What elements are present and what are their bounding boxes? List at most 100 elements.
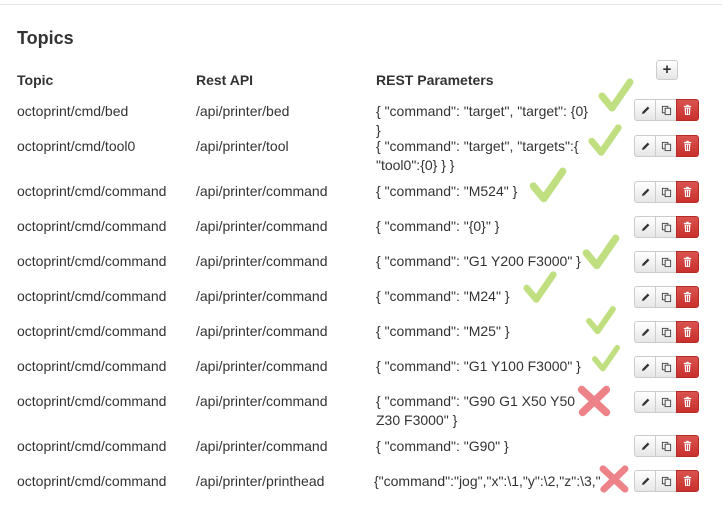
trash-icon xyxy=(682,256,693,268)
edit-button[interactable] xyxy=(634,181,656,203)
topic-cell: octoprint/cmd/command xyxy=(17,393,167,409)
delete-button[interactable] xyxy=(676,391,699,413)
trash-icon xyxy=(682,140,693,152)
pencil-icon xyxy=(640,105,651,116)
trash-icon xyxy=(682,475,693,487)
green-checkmark xyxy=(598,78,634,112)
pencil-icon xyxy=(640,141,651,152)
row-actions xyxy=(634,321,701,343)
header-rest-parameters: REST Parameters xyxy=(376,72,494,88)
add-topic-button[interactable]: + xyxy=(656,60,678,80)
topic-cell: octoprint/cmd/command xyxy=(17,358,167,374)
rest-parameters-cell: { "command": "G1 Y200 F3000" } xyxy=(376,253,581,269)
rest-parameters-cell: { "command": "M25" } xyxy=(376,323,510,339)
rest-parameters-cell: { "command": "G90" } xyxy=(376,438,509,454)
edit-button[interactable] xyxy=(634,470,656,492)
rest-api-cell: /api/printer/command xyxy=(196,393,328,409)
header-topic: Topic xyxy=(17,72,54,88)
topic-cell: octoprint/cmd/command xyxy=(17,288,167,304)
copy-button[interactable] xyxy=(655,181,677,203)
pencil-icon xyxy=(640,397,651,408)
row-actions xyxy=(634,435,701,457)
edit-button[interactable] xyxy=(634,435,656,457)
delete-button[interactable] xyxy=(676,135,699,157)
row-actions xyxy=(634,286,701,308)
delete-button[interactable] xyxy=(676,470,699,492)
row-actions xyxy=(634,216,701,238)
copy-button[interactable] xyxy=(655,435,677,457)
rest-parameters-cell: { "command": "M524" } xyxy=(376,183,518,199)
rest-parameters-cell: { "command": "M24" } xyxy=(376,288,510,304)
rest-api-cell: /api/printer/command xyxy=(196,253,328,269)
copy-button[interactable] xyxy=(655,286,677,308)
pencil-icon xyxy=(640,476,651,487)
topic-cell: octoprint/cmd/command xyxy=(17,323,167,339)
edit-button[interactable] xyxy=(634,356,656,378)
pencil-icon xyxy=(640,222,651,233)
row-actions xyxy=(634,135,701,157)
pencil-icon xyxy=(640,187,651,198)
copy-button[interactable] xyxy=(655,321,677,343)
copy-button[interactable] xyxy=(655,251,677,273)
rest-parameters-cell: { "command": "G1 Y100 F3000" } xyxy=(376,358,581,374)
rest-api-cell: /api/printer/command xyxy=(196,438,328,454)
copy-icon xyxy=(661,441,672,452)
copy-button[interactable] xyxy=(655,135,677,157)
edit-button[interactable] xyxy=(634,391,656,413)
topic-cell: octoprint/cmd/bed xyxy=(17,103,129,119)
rest-api-cell: /api/printer/command xyxy=(196,288,328,304)
pencil-icon xyxy=(640,257,651,268)
delete-button[interactable] xyxy=(676,216,699,238)
trash-icon xyxy=(682,326,693,338)
delete-button[interactable] xyxy=(676,99,699,121)
trash-icon xyxy=(682,361,693,373)
edit-button[interactable] xyxy=(634,99,656,121)
trash-icon xyxy=(682,104,693,116)
copy-icon xyxy=(661,327,672,338)
copy-button[interactable] xyxy=(655,216,677,238)
rest-api-cell: /api/printer/tool xyxy=(196,138,289,154)
copy-button[interactable] xyxy=(655,470,677,492)
rest-api-cell: /api/printer/printhead xyxy=(196,473,325,489)
rest-api-cell: /api/printer/command xyxy=(196,358,328,374)
rest-parameters-cell: { "command": "target", "target": {0} } xyxy=(376,103,588,138)
copy-icon xyxy=(661,222,672,233)
topic-cell: octoprint/cmd/command xyxy=(17,218,167,234)
section-title: Topics xyxy=(17,28,74,48)
copy-button[interactable] xyxy=(655,356,677,378)
topic-cell: octoprint/cmd/command xyxy=(17,253,167,269)
topic-cell: octoprint/cmd/command xyxy=(17,473,167,489)
edit-button[interactable] xyxy=(634,216,656,238)
copy-button[interactable] xyxy=(655,99,677,121)
copy-icon xyxy=(661,397,672,408)
edit-button[interactable] xyxy=(634,286,656,308)
pencil-icon xyxy=(640,362,651,373)
row-actions xyxy=(634,470,701,492)
rest-parameters-cell: {"command":"jog","x":\1,"y":\2,"z":\3," xyxy=(374,473,601,489)
copy-icon xyxy=(661,362,672,373)
delete-button[interactable] xyxy=(676,435,699,457)
delete-button[interactable] xyxy=(676,356,699,378)
top-divider xyxy=(0,4,722,5)
row-actions xyxy=(634,356,701,378)
copy-icon xyxy=(661,476,672,487)
delete-button[interactable] xyxy=(676,321,699,343)
edit-button[interactable] xyxy=(634,321,656,343)
rest-parameters-cell: { "command": "target", "targets":{ "tool… xyxy=(376,138,579,173)
edit-button[interactable] xyxy=(634,135,656,157)
pencil-icon xyxy=(640,327,651,338)
edit-button[interactable] xyxy=(634,251,656,273)
copy-icon xyxy=(661,292,672,303)
delete-button[interactable] xyxy=(676,251,699,273)
copy-button[interactable] xyxy=(655,391,677,413)
delete-button[interactable] xyxy=(676,181,699,203)
trash-icon xyxy=(682,186,693,198)
row-actions xyxy=(634,99,701,121)
plus-icon: + xyxy=(662,61,672,78)
rest-api-cell: /api/printer/command xyxy=(196,183,328,199)
trash-icon xyxy=(682,291,693,303)
pencil-icon xyxy=(640,441,651,452)
rest-parameters-cell: { "command": "{0}" } xyxy=(376,218,500,234)
topic-cell: octoprint/cmd/tool0 xyxy=(17,138,136,154)
delete-button[interactable] xyxy=(676,286,699,308)
